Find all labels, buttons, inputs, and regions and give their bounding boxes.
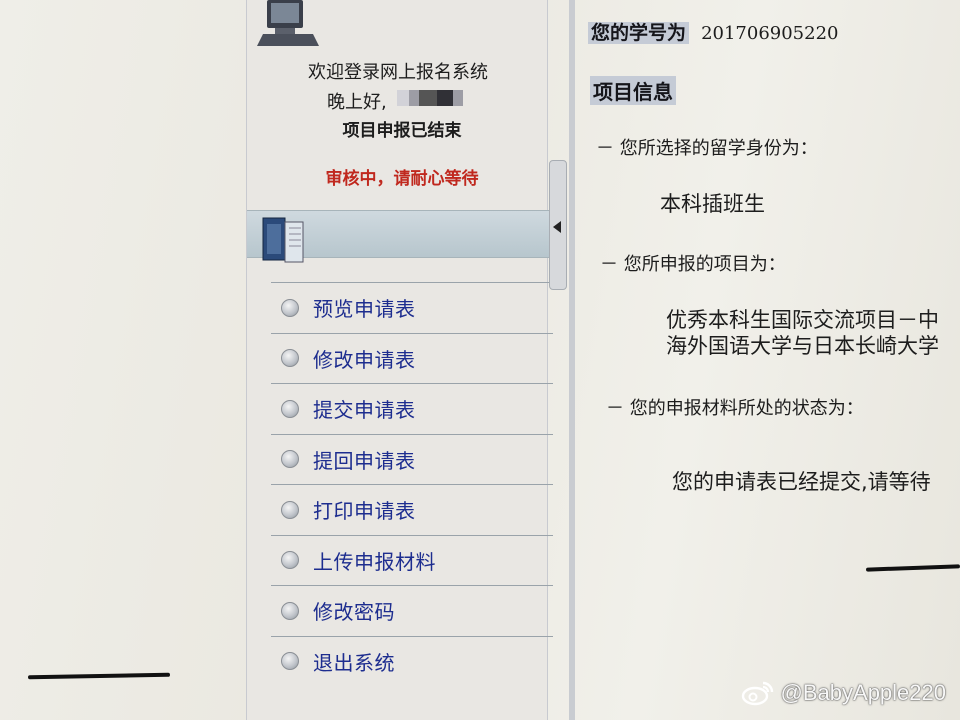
menu-item-label: 修改申请表	[313, 347, 416, 372]
menu-header	[247, 210, 549, 263]
sidebar: 欢迎登录网上报名系统 晚上好, 项目申报已结束 审核中，请耐心等待 预览申请表	[246, 0, 553, 720]
radio-bullet-icon	[281, 500, 299, 519]
status-value: 您的申请表已经提交,请等待	[672, 470, 931, 494]
radio-bullet-icon	[281, 601, 299, 620]
radio-bullet-icon	[281, 652, 299, 671]
greeting-text: 晚上好,	[327, 92, 387, 113]
menu-item-label: 预览申请表	[313, 297, 416, 322]
main-content: 您的学号为 201706905220 项目信息 － 您所选择的留学身份为： 本科…	[578, 0, 960, 720]
project-label: － 您所申报的项目为：	[600, 254, 786, 275]
radio-bullet-icon	[281, 551, 299, 570]
menu-item-withdraw-application[interactable]: 提回申请表	[271, 433, 553, 485]
status-label: － 您的申报材料所处的状态为：	[606, 398, 864, 419]
section-title: 项目信息	[590, 76, 676, 105]
user-panel: 欢迎登录网上报名系统 晚上好, 项目申报已结束 审核中，请耐心等待	[247, 0, 549, 200]
sidebar-collapse-handle[interactable]	[549, 160, 567, 290]
menu-item-edit-application[interactable]: 修改申请表	[271, 332, 553, 384]
identity-label: － 您所选择的留学身份为：	[596, 138, 818, 159]
computer-icon	[257, 0, 319, 46]
redacted-name	[397, 90, 463, 106]
menu-item-label: 上传申报材料	[313, 549, 436, 574]
menu-item-label: 提交申请表	[313, 398, 416, 423]
student-id-label: 您的学号为	[588, 22, 690, 44]
weibo-logo-icon	[741, 681, 773, 706]
welcome-text: 欢迎登录网上报名系统	[308, 62, 488, 83]
book-icon	[262, 217, 304, 263]
watermark: @BabyApple220	[741, 680, 946, 706]
screen-smudge	[27, 672, 171, 680]
identity-value: 本科插班生	[660, 192, 765, 216]
radio-bullet-icon	[281, 298, 299, 317]
menu-item-label: 退出系统	[313, 650, 395, 675]
student-id-row: 您的学号为 201706905220	[588, 18, 839, 45]
radio-bullet-icon	[281, 450, 299, 469]
menu-list: 预览申请表 修改申请表 提交申请表 提回申请表 打印申请表 上传申报材料 修改密…	[271, 282, 553, 686]
menu-item-label: 打印申请表	[313, 499, 416, 524]
menu-item-label: 提回申请表	[313, 448, 416, 473]
radio-bullet-icon	[281, 349, 299, 368]
student-id-value: 201706905220	[701, 23, 839, 44]
watermark-text: @BabyApple220	[780, 680, 946, 705]
menu-item-preview-application[interactable]: 预览申请表	[271, 282, 553, 333]
menu-item-upload-materials[interactable]: 上传申报材料	[271, 534, 553, 586]
collapse-arrow-icon	[553, 221, 561, 233]
project-status-text: 项目申报已结束	[342, 121, 462, 141]
menu-item-logout[interactable]: 退出系统	[271, 635, 553, 687]
menu-item-change-password[interactable]: 修改密码	[271, 585, 553, 636]
menu-item-label: 修改密码	[313, 600, 395, 625]
menu-item-print-application[interactable]: 打印申请表	[271, 484, 553, 535]
screen: 欢迎登录网上报名系统 晚上好, 项目申报已结束 审核中，请耐心等待 预览申请表	[0, 0, 960, 720]
menu-item-submit-application[interactable]: 提交申请表	[271, 383, 553, 434]
project-value-line2: 海外国语大学与日本长崎大学	[666, 334, 939, 358]
radio-bullet-icon	[281, 399, 299, 418]
review-status-text: 审核中，请耐心等待	[325, 169, 479, 189]
scrollbar[interactable]	[569, 0, 575, 720]
